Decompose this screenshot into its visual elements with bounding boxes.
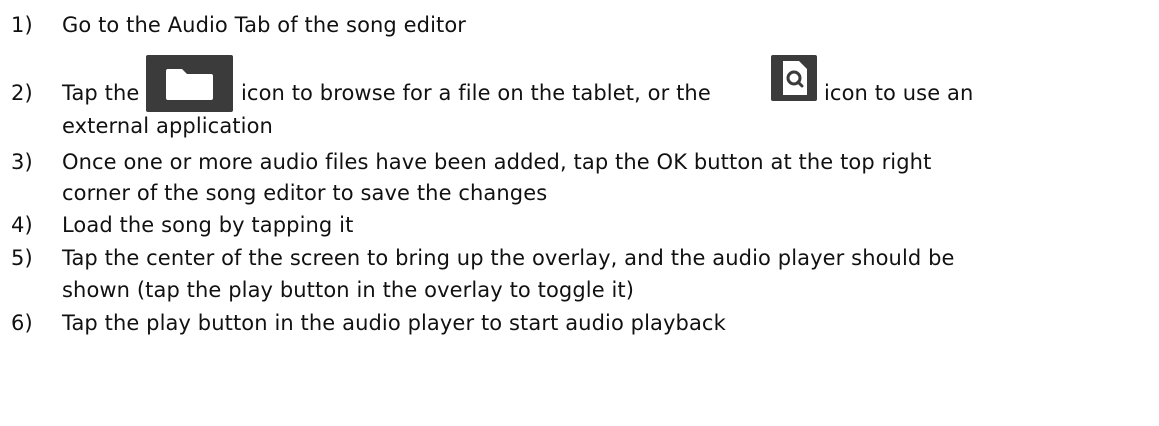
step-4: 4) Load the song by tapping it <box>0 210 1159 240</box>
step-number: 1) <box>11 13 33 37</box>
step-6: 6) Tap the play button in the audio play… <box>0 308 1159 338</box>
step-3: 3) Once one or more audio files have bee… <box>0 147 1159 207</box>
step-text: corner of the song editor to save the ch… <box>62 181 548 205</box>
step-text: Tap the center of the screen to bring up… <box>62 246 955 270</box>
step-text-part: icon to use an <box>824 81 974 105</box>
step-number: 5) <box>11 246 33 270</box>
search-file-icon <box>771 55 817 101</box>
step-text: Go to the Audio Tab of the song editor <box>62 13 467 37</box>
step-2: 2) Tap the icon to browse for a file on … <box>0 55 1159 141</box>
step-number: 6) <box>11 311 33 335</box>
step-5: 5) Tap the center of the screen to bring… <box>0 243 1159 304</box>
step-text: Once one or more audio files have been a… <box>62 150 932 174</box>
step-number: 2) <box>11 81 33 105</box>
step-text: shown (tap the play button in the overla… <box>62 278 635 302</box>
step-text: Tap the play button in the audio player … <box>62 311 726 335</box>
step-text: external application <box>62 114 273 138</box>
step-1: 1) Go to the Audio Tab of the song edito… <box>0 10 1159 40</box>
step-text-part: Tap the <box>62 81 140 105</box>
instructions-document: 1) Go to the Audio Tab of the song edito… <box>0 0 1159 426</box>
step-text: Load the song by tapping it <box>62 213 354 237</box>
folder-icon <box>146 55 233 112</box>
step-number: 4) <box>11 213 33 237</box>
step-number: 3) <box>11 150 33 174</box>
step-text-part: icon to browse for a file on the tablet,… <box>241 81 711 105</box>
